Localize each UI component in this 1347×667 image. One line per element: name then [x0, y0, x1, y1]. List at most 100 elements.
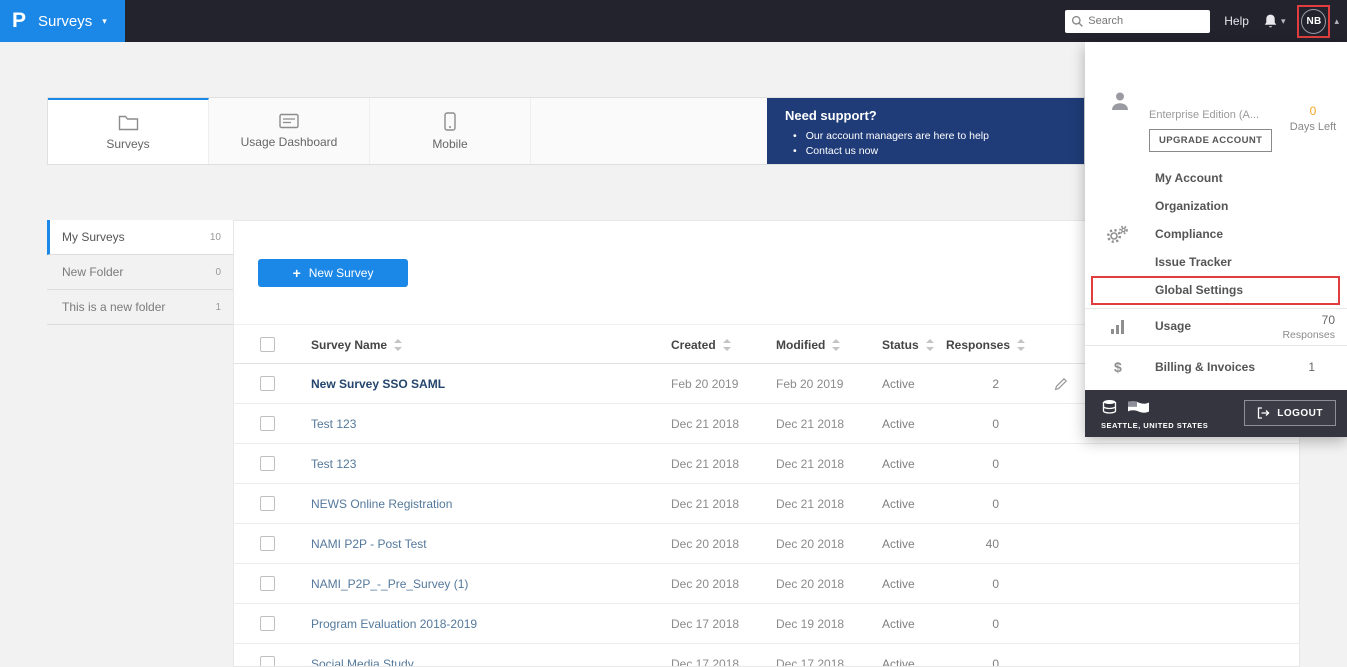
column-label: Survey Name — [311, 338, 387, 352]
edition-label: Enterprise Edition (A... — [1149, 109, 1291, 121]
status-cell: Active — [882, 484, 915, 524]
survey-name-link[interactable]: Test 123 — [311, 404, 356, 444]
row-checkbox[interactable] — [260, 536, 275, 551]
chevron-down-icon[interactable]: ▾ — [1281, 16, 1286, 27]
edit-pencil-icon[interactable] — [1054, 377, 1068, 391]
upgrade-account-button[interactable]: UPGRADE ACCOUNT — [1149, 129, 1272, 152]
usage-count: 70 — [1282, 313, 1335, 327]
column-created: Created — [671, 325, 731, 365]
survey-name-link[interactable]: NEWS Online Registration — [311, 484, 452, 524]
modified-cell: Dec 21 2018 — [776, 404, 844, 444]
folder-label: This is a new folder — [62, 300, 165, 314]
folder-label: New Folder — [62, 265, 123, 279]
row-checkbox[interactable] — [260, 416, 275, 431]
support-title: Need support? — [785, 108, 1066, 123]
contact-us-link[interactable]: Contact us now — [785, 144, 1066, 159]
sort-icon[interactable] — [1017, 339, 1025, 351]
account-dropdown-menu: Enterprise Edition (A... UPGRADE ACCOUNT… — [1085, 42, 1347, 437]
modified-cell: Dec 20 2018 — [776, 524, 844, 564]
tab-label: Usage Dashboard — [241, 135, 338, 149]
folder-icon — [118, 114, 139, 131]
menu-footer: SEATTLE, UNITED STATES LOGOUT — [1085, 390, 1347, 437]
chevron-up-icon[interactable]: ▴ — [1334, 16, 1339, 27]
logout-button[interactable]: LOGOUT — [1244, 400, 1336, 426]
avatar[interactable]: NB — [1301, 9, 1326, 34]
survey-name-link[interactable]: Program Evaluation 2018-2019 — [311, 604, 477, 644]
column-survey-name: Survey Name — [311, 325, 402, 365]
days-left-label: Days Left — [1287, 121, 1339, 133]
menu-item-global-settings[interactable]: Global Settings — [1085, 276, 1347, 304]
folder-count: 1 — [215, 302, 221, 313]
responses-cell: 0 — [934, 564, 999, 604]
chevron-down-icon: ▾ — [102, 16, 107, 27]
row-checkbox[interactable] — [260, 496, 275, 511]
sort-icon[interactable] — [926, 339, 934, 351]
sort-icon[interactable] — [832, 339, 840, 351]
select-all-checkbox[interactable] — [260, 337, 275, 352]
notifications-bell-icon[interactable] — [1263, 13, 1278, 30]
dashboard-icon — [279, 113, 299, 129]
menu-item-usage[interactable]: Usage 70 Responses — [1085, 308, 1347, 345]
folders-sidebar: My Surveys 10 New Folder 0 This is a new… — [47, 220, 233, 325]
us-flag-icon — [1127, 400, 1150, 415]
topbar: P Surveys ▾ Help ▾ NB ▴ — [0, 0, 1347, 42]
survey-name-link[interactable]: Social Media Study — [311, 644, 414, 667]
status-cell: Active — [882, 364, 915, 404]
survey-name-link[interactable]: New Survey SSO SAML — [311, 364, 445, 404]
survey-name-link[interactable]: NAMI P2P - Post Test — [311, 524, 427, 564]
support-panel: Need support? Our account managers are h… — [767, 98, 1084, 164]
sidebar-item-new-folder[interactable]: New Folder 0 — [47, 255, 233, 290]
sidebar-item-my-surveys[interactable]: My Surveys 10 — [47, 220, 233, 255]
menu-item-billing[interactable]: $ Billing & Invoices 1 — [1085, 345, 1347, 390]
menu-item-my-account[interactable]: My Account — [1085, 164, 1347, 192]
mobile-icon — [444, 112, 456, 131]
modified-cell: Dec 20 2018 — [776, 564, 844, 604]
row-checkbox[interactable] — [260, 616, 275, 631]
row-checkbox[interactable] — [260, 376, 275, 391]
survey-name-link[interactable]: Test 123 — [311, 444, 356, 484]
tabs-spacer — [531, 98, 767, 164]
sort-icon[interactable] — [394, 339, 402, 351]
created-cell: Dec 20 2018 — [671, 524, 739, 564]
column-responses: Responses — [946, 325, 1025, 365]
product-switcher[interactable]: P Surveys ▾ — [0, 0, 125, 42]
row-checkbox[interactable] — [260, 656, 275, 667]
responses-cell: 0 — [934, 444, 999, 484]
sort-icon[interactable] — [723, 339, 731, 351]
new-survey-button[interactable]: + New Survey — [258, 259, 408, 287]
tab-usage-dashboard[interactable]: Usage Dashboard — [209, 98, 370, 164]
menu-item-issue-tracker[interactable]: Issue Tracker — [1085, 248, 1347, 276]
bar-chart-icon — [1110, 319, 1126, 334]
created-cell: Feb 20 2019 — [671, 364, 738, 404]
row-checkbox[interactable] — [260, 576, 275, 591]
folder-count: 10 — [210, 232, 221, 243]
logout-label: LOGOUT — [1277, 408, 1323, 419]
created-cell: Dec 17 2018 — [671, 604, 739, 644]
logout-icon — [1257, 407, 1270, 419]
app-window: P Surveys ▾ Help ▾ NB ▴ — [0, 0, 1347, 667]
help-link[interactable]: Help — [1224, 14, 1249, 28]
support-bullet: Our account managers are here to help — [785, 129, 1066, 144]
tab-mobile[interactable]: Mobile — [370, 98, 531, 164]
module-tabs-bar: Surveys Usage Dashboard Mobile Need supp… — [47, 97, 1085, 165]
row-checkbox[interactable] — [260, 456, 275, 471]
column-status: Status — [882, 325, 934, 365]
modified-cell: Dec 21 2018 — [776, 444, 844, 484]
survey-name-link[interactable]: NAMI_P2P_-_Pre_Survey (1) — [311, 564, 468, 604]
sidebar-item-this-is-a-new-folder[interactable]: This is a new folder 1 — [47, 290, 233, 325]
tab-label: Surveys — [106, 137, 149, 151]
global-search — [1065, 10, 1210, 33]
column-modified: Modified — [776, 325, 840, 365]
search-icon — [1071, 15, 1084, 28]
usage-value: 70 Responses — [1282, 313, 1335, 341]
tab-surveys[interactable]: Surveys — [48, 98, 209, 164]
created-cell: Dec 20 2018 — [671, 564, 739, 604]
usage-label: Usage — [1155, 308, 1191, 345]
column-label: Created — [671, 338, 716, 352]
created-cell: Dec 21 2018 — [671, 444, 739, 484]
modified-cell: Dec 19 2018 — [776, 604, 844, 644]
search-input[interactable] — [1065, 10, 1210, 33]
created-cell: Dec 17 2018 — [671, 644, 739, 667]
status-cell: Active — [882, 404, 915, 444]
menu-item-organization[interactable]: Organization — [1085, 192, 1347, 220]
